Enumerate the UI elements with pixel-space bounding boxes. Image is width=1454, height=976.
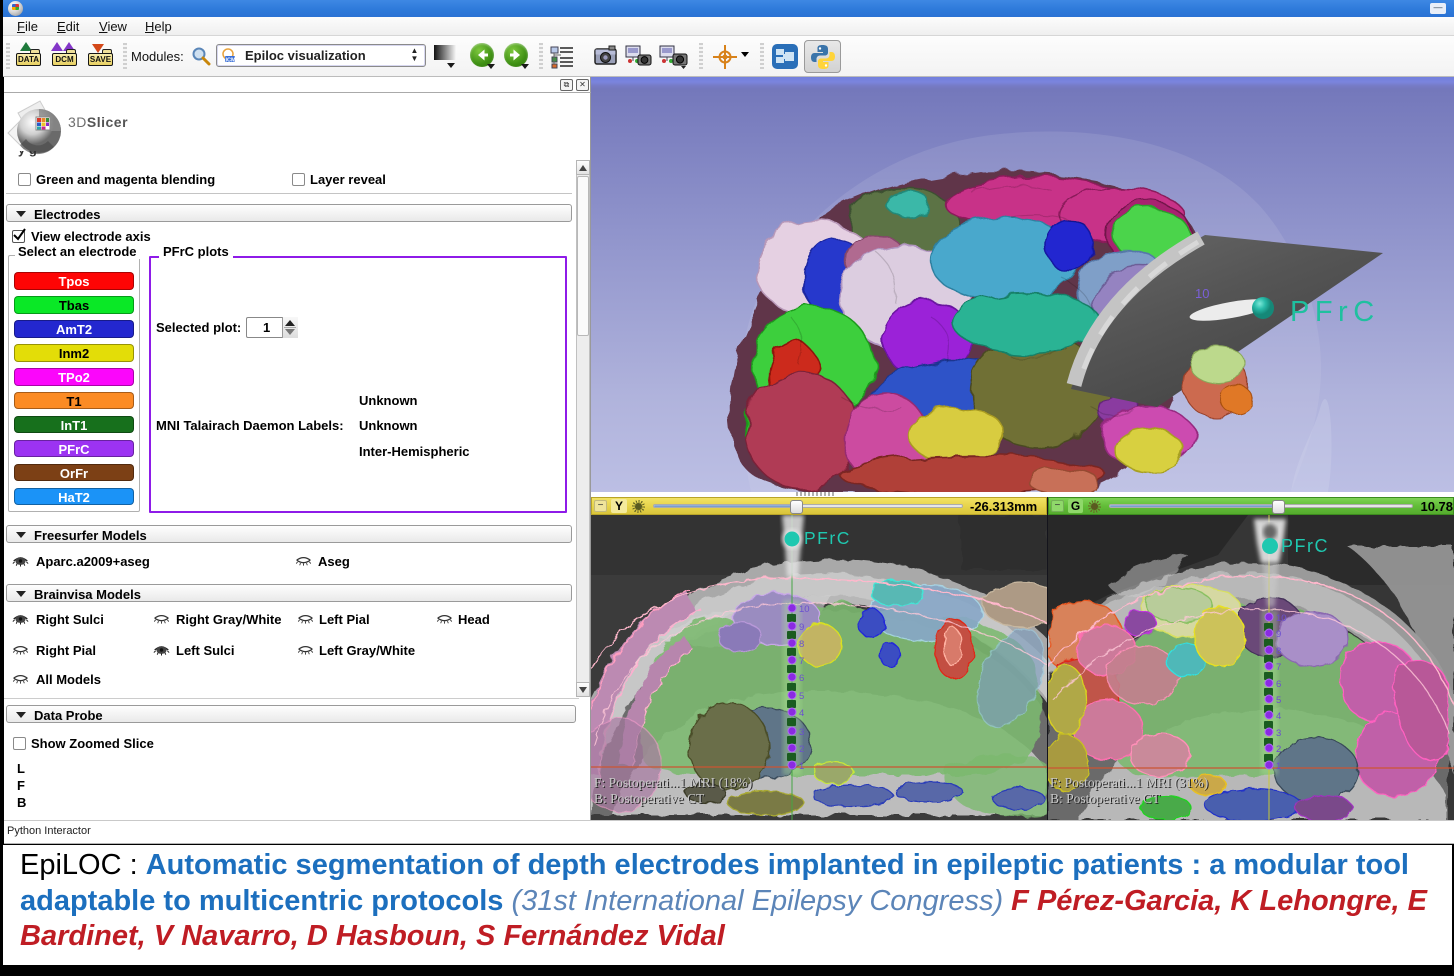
svg-text:F: Postoperati...1 MRI (31%): F: Postoperati...1 MRI (31%): [1050, 775, 1208, 790]
svg-text:PFrC: PFrC: [1290, 296, 1380, 328]
svg-text:10: 10: [1195, 286, 1209, 301]
svg-text:1: 1: [799, 761, 804, 772]
svg-text:PFrC: PFrC: [804, 528, 851, 548]
svg-text:6: 6: [1276, 679, 1281, 690]
svg-text:10: 10: [799, 604, 810, 615]
svg-text:7: 7: [1276, 662, 1281, 673]
svg-text:2: 2: [1276, 744, 1281, 755]
svg-text:6: 6: [799, 673, 804, 684]
svg-text:5: 5: [1276, 695, 1281, 706]
svg-text:2: 2: [799, 744, 804, 755]
svg-text:F: Postoperati...1 MRI (18%): F: Postoperati...1 MRI (18%): [594, 775, 752, 790]
svg-text:8: 8: [1276, 646, 1281, 657]
svg-text:B: Postoperative CT: B: Postoperative CT: [1050, 791, 1161, 806]
svg-text:8: 8: [799, 639, 804, 650]
svg-text:10: 10: [1276, 613, 1287, 624]
svg-text:9: 9: [1276, 629, 1281, 640]
svg-text:4: 4: [799, 708, 804, 719]
svg-text:7: 7: [799, 656, 804, 667]
svg-text:5: 5: [799, 691, 804, 702]
svg-text:1: 1: [1276, 761, 1281, 772]
svg-text:3: 3: [799, 727, 804, 738]
svg-text:PFrC: PFrC: [1281, 536, 1329, 556]
svg-text:3: 3: [1276, 728, 1281, 739]
svg-text:9: 9: [799, 622, 804, 633]
svg-text:4: 4: [1276, 711, 1281, 722]
svg-text:ICM: ICM: [226, 58, 237, 64]
svg-text:B: Postoperative CT: B: Postoperative CT: [594, 791, 705, 806]
